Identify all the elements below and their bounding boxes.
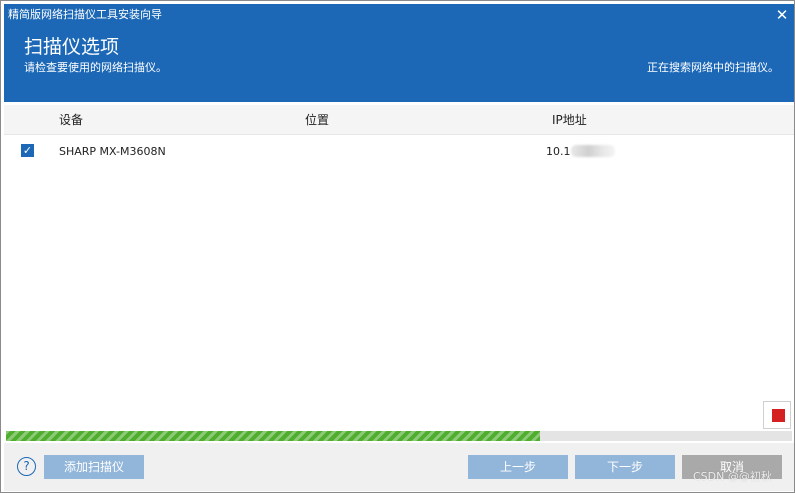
- wizard-window: 精简版网络扫描仪工具安装向导 ✕ 扫描仪选项 请检查要使用的网络扫描仪。 正在搜…: [0, 0, 795, 493]
- search-progress-bar: [6, 431, 792, 441]
- search-status: 正在搜索网络中的扫描仪。: [647, 61, 779, 74]
- stop-search-button[interactable]: [763, 401, 791, 429]
- wizard-footer: ? 添加扫描仪 上一步 下一步 取消: [4, 443, 794, 491]
- scanner-table-header: 设备 位置 IP地址: [4, 105, 794, 135]
- wizard-header: 精简版网络扫描仪工具安装向导 ✕ 扫描仪选项 请检查要使用的网络扫描仪。 正在搜…: [4, 4, 794, 102]
- stop-icon: [772, 409, 785, 422]
- back-button[interactable]: 上一步: [468, 455, 568, 479]
- scanner-ip-cell: 10.1: [546, 145, 615, 159]
- next-button[interactable]: 下一步: [575, 455, 675, 479]
- add-scanner-button[interactable]: 添加扫描仪: [44, 455, 144, 479]
- search-progress-fill: [6, 431, 541, 441]
- column-header-location[interactable]: 位置: [305, 112, 329, 128]
- window-title: 精简版网络扫描仪工具安装向导: [8, 8, 162, 21]
- scanner-row[interactable]: ✓ SHARP MX-M3608N 10.1: [4, 137, 794, 167]
- scanner-select-checkbox[interactable]: ✓: [21, 144, 34, 157]
- scanner-device-name: SHARP MX-M3608N: [59, 145, 166, 158]
- help-icon[interactable]: ?: [17, 457, 36, 476]
- close-icon[interactable]: ✕: [774, 7, 790, 23]
- column-header-device[interactable]: 设备: [59, 112, 83, 128]
- page-title: 扫描仪选项: [24, 36, 120, 58]
- column-header-ip[interactable]: IP地址: [552, 112, 587, 128]
- ip-redaction-blur: [570, 145, 615, 157]
- csdn-watermark: CSDN @@初秋: [693, 470, 772, 483]
- scanner-ip-address: 10.1: [546, 145, 571, 158]
- page-subtitle: 请检查要使用的网络扫描仪。: [24, 61, 167, 74]
